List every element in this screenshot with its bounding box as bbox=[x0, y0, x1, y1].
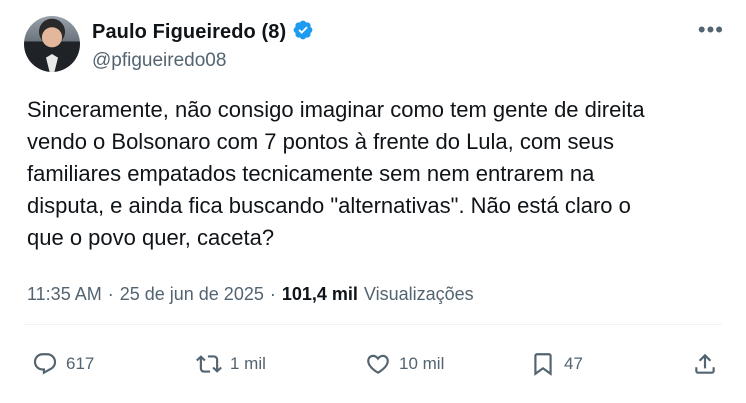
repost-icon bbox=[196, 355, 222, 373]
verified-badge-icon bbox=[292, 19, 314, 46]
reply-button[interactable]: 617 bbox=[32, 340, 94, 388]
reply-count: 617 bbox=[66, 354, 95, 373]
repost-button[interactable]: 1 mil bbox=[196, 340, 266, 388]
tweet: Paulo Figueiredo (8) @pfigueiredo08 ••• … bbox=[0, 0, 746, 403]
views-count[interactable]: 101,4 mil bbox=[282, 284, 358, 305]
tweet-text: Sinceramente, não consigo imaginar como … bbox=[27, 97, 645, 250]
like-icon bbox=[367, 354, 389, 374]
share-button[interactable] bbox=[692, 340, 718, 388]
reply-icon bbox=[33, 353, 57, 375]
divider bbox=[24, 324, 722, 325]
tweet-date[interactable]: 25 de jun de 2025 bbox=[120, 284, 264, 305]
tweet-meta: 11:35 AM · 25 de jun de 2025 · 101,4 mil… bbox=[27, 284, 474, 305]
views-label[interactable]: Visualizações bbox=[364, 284, 474, 305]
action-bar: 617 1 mil 10 mil 47 bbox=[24, 340, 724, 388]
bookmark-button[interactable]: 47 bbox=[530, 340, 583, 388]
bookmark-icon bbox=[534, 353, 552, 376]
tweet-time[interactable]: 11:35 AM bbox=[27, 284, 102, 305]
like-count: 10 mil bbox=[399, 354, 445, 373]
repost-count: 1 mil bbox=[230, 354, 266, 373]
avatar[interactable] bbox=[24, 16, 80, 72]
meta-separator: · bbox=[269, 284, 276, 304]
author-name[interactable]: Paulo Figueiredo (8) bbox=[92, 21, 286, 44]
bookmark-count: 47 bbox=[564, 354, 583, 373]
author-handle[interactable]: @pfigueiredo08 bbox=[92, 50, 226, 72]
share-icon bbox=[695, 353, 715, 374]
more-icon[interactable]: ••• bbox=[698, 19, 724, 41]
like-button[interactable]: 10 mil bbox=[365, 340, 444, 388]
meta-separator: · bbox=[107, 284, 114, 304]
author-row: Paulo Figueiredo (8) bbox=[92, 19, 314, 46]
